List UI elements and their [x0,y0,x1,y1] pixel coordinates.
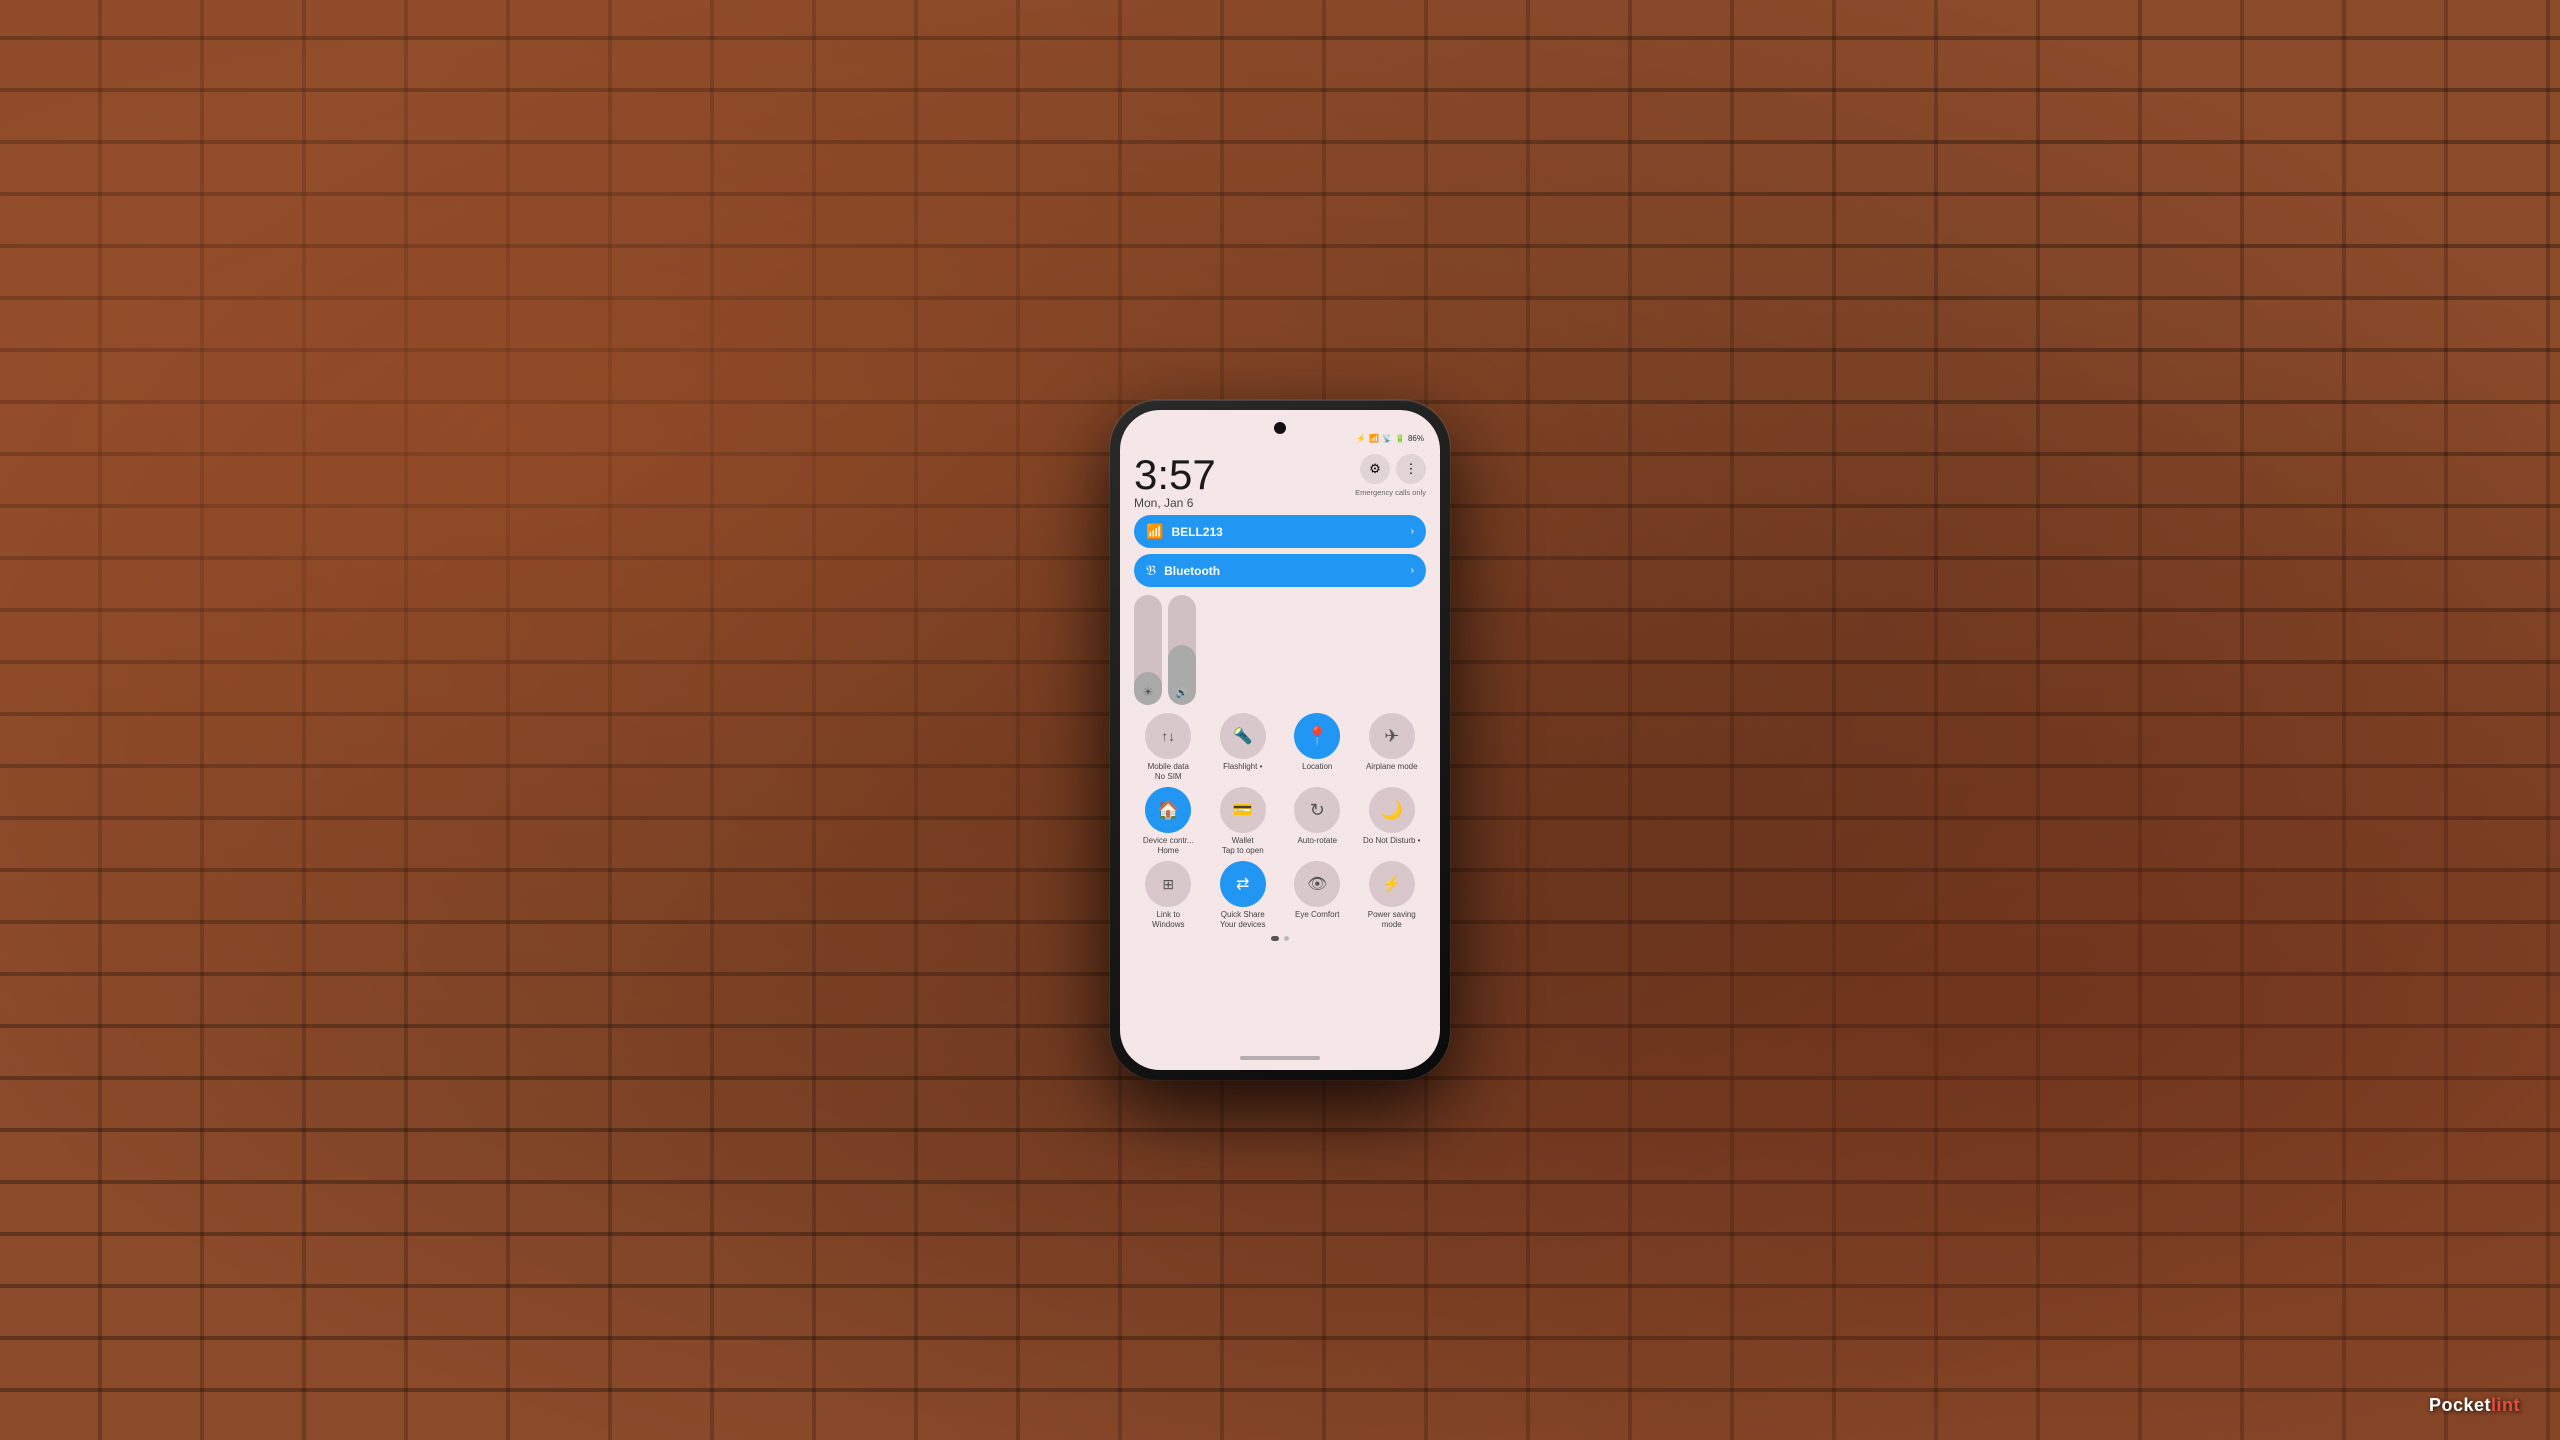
network-tiles-row: 📶 BELL213 › 𝔅 Bluetooth › [1134,515,1426,587]
sliders-container: ☀ 🔊 [1134,595,1196,705]
wifi-status-icon: 📶 [1369,434,1379,443]
power-saving-icon: ⚡ [1369,861,1415,907]
watermark-accent: lint [2491,1395,2520,1415]
quick-share-icon: ⇄ [1220,861,1266,907]
tile-auto-rotate[interactable]: ↻ Auto-rotate [1283,787,1352,855]
link-to-windows-label: Link toWindows [1152,910,1184,929]
tile-mobile-data[interactable]: ↑↓ Mobile dataNo SIM [1134,713,1203,781]
volume-icon: 🔊 [1176,688,1188,699]
bluetooth-status-icon: ⚡ [1356,434,1366,443]
auto-rotate-icon: ↻ [1294,787,1340,833]
pagination-dot-1 [1271,936,1279,941]
status-icons-group: ⚡ 📶 📡 🔋 86% [1356,420,1424,443]
flashlight-icon: 🔦 [1220,713,1266,759]
do-not-disturb-label: Do Not Disturb • [1363,836,1420,846]
tile-airplane-mode[interactable]: ✈ Airplane mode [1358,713,1427,781]
airplane-icon: ✈ [1369,713,1415,759]
tile-quick-share[interactable]: ⇄ Quick ShareYour devices [1209,861,1278,929]
phone-wrapper: ⚡ 📶 📡 🔋 86% 3:57 Mon, Jan 6 [1110,400,1450,1080]
phone-screen: ⚡ 📶 📡 🔋 86% 3:57 Mon, Jan 6 [1120,410,1440,1070]
wallet-label: WalletTap to open [1222,836,1264,855]
qs-header-right: ⚙ ⋮ Emergency calls only [1355,454,1426,497]
mobile-data-label: Mobile dataNo SIM [1148,762,1189,781]
quick-share-label: Quick ShareYour devices [1220,910,1266,929]
eye-comfort-label: Eye Comfort [1295,910,1339,920]
battery-status-icon: 🔋 [1395,434,1405,443]
auto-rotate-label: Auto-rotate [1297,836,1337,846]
pagination-dots [1134,936,1426,941]
eye-comfort-icon: 👁 [1294,861,1340,907]
battery-percent: 86% [1408,434,1424,443]
power-saving-label: Power savingmode [1368,910,1416,929]
tile-eye-comfort[interactable]: 👁 Eye Comfort [1283,861,1352,929]
sliders-row: ☀ 🔊 [1134,595,1426,705]
bluetooth-tile[interactable]: 𝔅 Bluetooth › [1134,554,1426,587]
qs-header-left: 3:57 Mon, Jan 6 [1134,454,1216,511]
bluetooth-label: Bluetooth [1164,564,1220,578]
location-label: Location [1302,762,1332,772]
bluetooth-chevron-icon: › [1411,565,1414,576]
wifi-label: BELL213 [1171,525,1222,539]
emergency-text: Emergency calls only [1355,488,1426,497]
bluetooth-icon: 𝔅 [1146,562,1156,579]
flashlight-label: Flashlight • [1223,762,1262,772]
link-to-windows-icon: ⊞ [1145,861,1191,907]
do-not-disturb-icon: 🌙 [1369,787,1415,833]
mobile-data-icon: ↑↓ [1145,713,1191,759]
device-controls-icon: 🏠 [1145,787,1191,833]
brightness-icon: ☀ [1143,685,1154,699]
airplane-label: Airplane mode [1366,762,1418,772]
tile-wallet[interactable]: 💳 WalletTap to open [1209,787,1278,855]
signal-status-icon: 📡 [1382,434,1392,443]
qs-date-display: Mon, Jan 6 [1134,496,1216,510]
wifi-icon: 📶 [1146,523,1163,540]
camera-hole [1274,422,1286,434]
tile-do-not-disturb[interactable]: 🌙 Do Not Disturb • [1358,787,1427,855]
brightness-slider[interactable]: ☀ [1134,595,1162,705]
tile-link-to-windows[interactable]: ⊞ Link toWindows [1134,861,1203,929]
tile-power-saving[interactable]: ⚡ Power savingmode [1358,861,1427,929]
location-icon: 📍 [1294,713,1340,759]
wifi-tile[interactable]: 📶 BELL213 › [1134,515,1426,548]
tile-device-controls[interactable]: 🏠 Device contr...Home [1134,787,1203,855]
qs-content-area: 3:57 Mon, Jan 6 ⚙ ⋮ [1120,446,1440,1070]
wifi-chevron-icon: › [1411,526,1414,537]
quick-tiles-grid: ↑↓ Mobile dataNo SIM 🔦 Flashlight • 📍 Lo… [1134,713,1426,930]
tile-flashlight[interactable]: 🔦 Flashlight • [1209,713,1278,781]
qs-time-display: 3:57 [1134,454,1216,496]
wallet-icon: 💳 [1220,787,1266,833]
menu-icon-button[interactable]: ⋮ [1396,454,1426,484]
gear-icon: ⚙ [1369,461,1381,477]
pocketlint-watermark: Pocketlint [2429,1395,2520,1416]
home-bar[interactable] [1240,1056,1320,1060]
three-dots-icon: ⋮ [1405,461,1418,477]
volume-slider[interactable]: 🔊 [1168,595,1196,705]
tile-location[interactable]: 📍 Location [1283,713,1352,781]
device-controls-label: Device contr...Home [1143,836,1194,855]
scene: ⚡ 📶 📡 🔋 86% 3:57 Mon, Jan 6 [0,0,2560,1440]
phone-shell: ⚡ 📶 📡 🔋 86% 3:57 Mon, Jan 6 [1110,400,1450,1080]
settings-icon-button[interactable]: ⚙ [1360,454,1390,484]
pagination-dot-2 [1284,936,1289,941]
